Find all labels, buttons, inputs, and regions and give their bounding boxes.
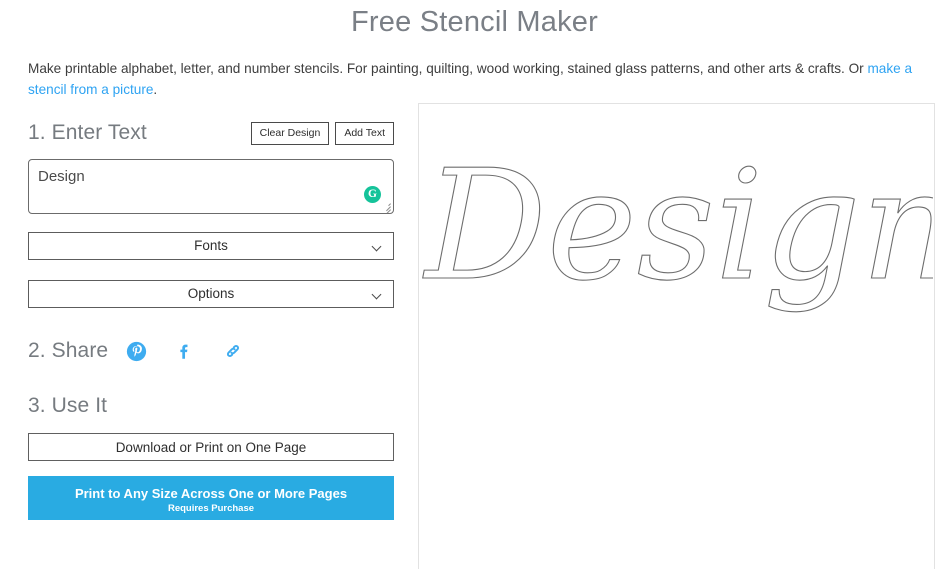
clear-design-button[interactable]: Clear Design bbox=[250, 122, 330, 145]
facebook-icon[interactable] bbox=[174, 341, 195, 362]
chevron-down-icon bbox=[373, 291, 381, 299]
step-1-heading: 1. Enter Text bbox=[28, 121, 147, 144]
page-root: Free Stencil Maker Make printable alphab… bbox=[0, 0, 949, 569]
step-3-heading: 3. Use It bbox=[28, 394, 108, 417]
share-icon-group bbox=[126, 340, 244, 362]
options-dropdown[interactable]: Options bbox=[28, 280, 394, 308]
intro-paragraph: Make printable alphabet, letter, and num… bbox=[28, 58, 933, 100]
stencil-preview-panel[interactable]: Design bbox=[418, 103, 935, 569]
print-any-size-label: Print to Any Size Across One or More Pag… bbox=[74, 486, 348, 501]
add-text-button[interactable]: Add Text bbox=[335, 122, 394, 145]
text-action-buttons: Clear Design Add Text bbox=[250, 122, 394, 145]
step-2-heading: 2. Share bbox=[28, 339, 109, 362]
controls-column: 1. Enter Text Clear Design Add Text Desi… bbox=[0, 108, 412, 569]
download-or-print-button[interactable]: Download or Print on One Page bbox=[28, 433, 394, 461]
stencil-outline-text: Design bbox=[422, 137, 933, 314]
stencil-preview-canvas[interactable]: Design bbox=[421, 110, 933, 320]
textarea-resize-handle[interactable] bbox=[381, 201, 392, 213]
fonts-dropdown[interactable]: Fonts bbox=[28, 232, 394, 260]
use-it-row: 3. Use It bbox=[28, 391, 107, 421]
share-row: 2. Share bbox=[28, 336, 244, 366]
requires-purchase-label: Requires Purchase bbox=[167, 503, 255, 514]
fonts-dropdown-label: Fonts bbox=[194, 238, 228, 253]
intro-tail: . bbox=[153, 82, 158, 97]
options-dropdown-label: Options bbox=[187, 286, 235, 301]
design-textarea-value: Design bbox=[38, 168, 85, 185]
grammarly-icon[interactable]: G bbox=[364, 186, 381, 203]
link-icon[interactable] bbox=[222, 340, 244, 362]
chevron-down-icon bbox=[373, 243, 381, 251]
enter-text-row: 1. Enter Text Clear Design Add Text bbox=[28, 118, 394, 148]
intro-text: Make printable alphabet, letter, and num… bbox=[28, 61, 868, 76]
print-any-size-button[interactable]: Print to Any Size Across One or More Pag… bbox=[28, 476, 394, 520]
pinterest-icon[interactable] bbox=[126, 341, 147, 362]
page-title: Free Stencil Maker bbox=[351, 6, 598, 38]
design-textarea-wrapper: Design G bbox=[28, 159, 394, 214]
design-textarea[interactable]: Design G bbox=[28, 159, 394, 214]
